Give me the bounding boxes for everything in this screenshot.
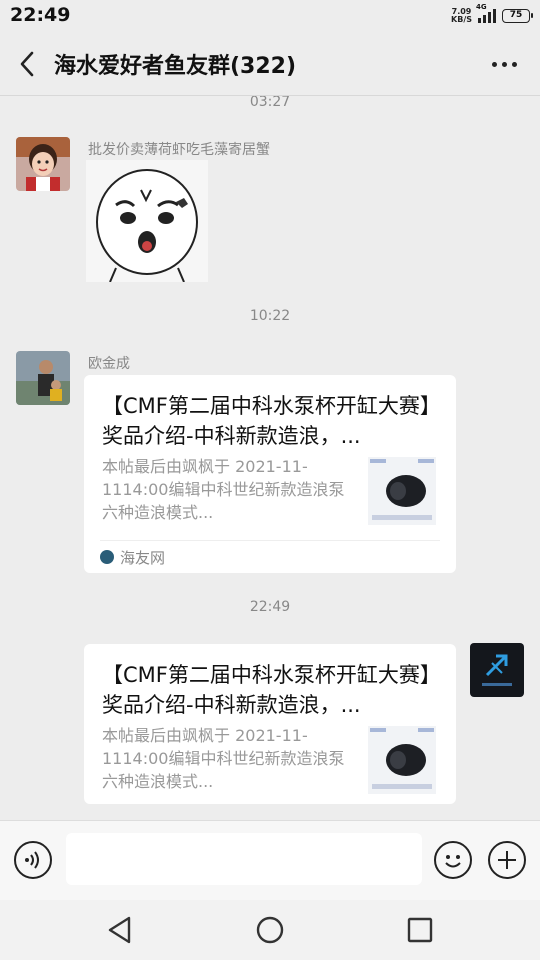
more-functions-button[interactable]	[488, 841, 526, 879]
battery-icon: 75	[502, 9, 533, 23]
man-avatar-image	[16, 351, 70, 405]
sender-name: 批发价卖薄荷虾吃毛藻寄居蟹	[88, 142, 270, 158]
arrow-logo-avatar-image	[470, 643, 524, 697]
more-dots-icon	[491, 61, 497, 67]
link-description: 本帖最后由飒枫于 2021-11-1114:00编辑中科世纪新款造浪泵六种造浪模…	[102, 726, 345, 791]
status-time: 22:49	[10, 4, 71, 26]
link-title: 【CMF第二届中科水泵杯开缸大赛】奖品介绍-中科新款造浪，...	[102, 394, 441, 448]
link-thumbnail	[368, 457, 436, 525]
timestamp: 22:49	[249, 599, 291, 615]
nav-home-button[interactable]	[254, 914, 286, 946]
system-nav-bar	[0, 900, 540, 960]
link-source: 海友网	[120, 549, 166, 567]
meme-sticker-image	[86, 160, 208, 283]
square-recent-icon	[407, 917, 433, 943]
source-logo-icon	[100, 550, 114, 564]
chat-header: 海水爱好者鱼友群(322)	[0, 32, 540, 96]
link-card[interactable]: 【CMF第二届中科水泵杯开缸大赛】奖品介绍-中科新款造浪，... 本帖最后由飒枫…	[84, 644, 456, 804]
link-card[interactable]: 【CMF第二届中科水泵杯开缸大赛】奖品介绍-中科新款造浪，... 本帖最后由飒枫…	[84, 375, 456, 573]
more-button[interactable]	[486, 50, 522, 78]
pump-thumbnail-image	[368, 457, 436, 525]
emoji-button[interactable]	[434, 841, 472, 879]
voice-button[interactable]	[14, 841, 52, 879]
status-indicators: 7.09 KB/S 4G 75	[451, 3, 533, 26]
sticker-message[interactable]	[86, 160, 208, 283]
circle-home-icon	[256, 916, 284, 944]
triangle-back-icon	[108, 916, 131, 944]
back-button[interactable]	[10, 46, 46, 82]
avatar[interactable]	[16, 137, 70, 191]
chevron-left-icon	[20, 51, 34, 77]
link-thumbnail	[368, 726, 436, 794]
plus-icon	[498, 851, 516, 869]
link-divider	[100, 540, 440, 541]
child-avatar-image	[16, 137, 70, 191]
network-speed: 7.09 KB/S	[451, 7, 472, 24]
chat-area[interactable]: 03:27 批发价卖薄荷虾吃毛藻寄居蟹 10:22 欧金成 【CMF第二届中科水…	[0, 96, 540, 820]
input-bar	[0, 820, 540, 900]
emoji-icon	[445, 855, 461, 868]
timestamp: 03:27	[249, 96, 291, 110]
pump-thumbnail-image	[368, 726, 436, 794]
message-input[interactable]	[66, 833, 422, 885]
status-bar: 22:49 7.09 KB/S 4G 75	[0, 0, 540, 32]
chat-title: 海水爱好者鱼友群(322)	[54, 54, 297, 79]
voice-icon	[25, 851, 39, 869]
nav-back-button[interactable]	[104, 914, 136, 946]
link-description: 本帖最后由飒枫于 2021-11-1114:00编辑中科世纪新款造浪泵六种造浪模…	[102, 457, 345, 522]
link-title: 【CMF第二届中科水泵杯开缸大赛】奖品介绍-中科新款造浪，...	[102, 663, 441, 717]
avatar[interactable]	[16, 351, 70, 405]
signal-icon: 4G	[476, 3, 496, 23]
sender-name: 欧金成	[88, 356, 130, 372]
timestamp: 10:22	[249, 308, 291, 324]
my-avatar[interactable]	[470, 643, 524, 697]
nav-recent-button[interactable]	[404, 914, 436, 946]
